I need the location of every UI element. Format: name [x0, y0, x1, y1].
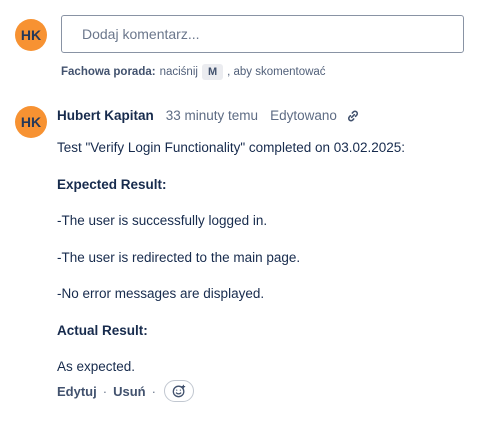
comment-author[interactable]: Hubert Kapitan — [57, 108, 154, 123]
comment-header: Hubert Kapitan 33 minuty temu Edytowano — [57, 108, 360, 123]
add-comment-placeholder: Dodaj komentarz... — [82, 26, 200, 42]
comment-line: Test "Verify Login Functionality" comple… — [57, 140, 406, 155]
add-comment-input[interactable]: Dodaj komentarz... — [61, 15, 464, 53]
comment-line: As expected. — [57, 359, 136, 374]
comment-line: -No error messages are displayed. — [57, 286, 265, 301]
pro-tip-suffix: , aby skomentować — [227, 66, 326, 78]
comment-timestamp[interactable]: 33 minuty temu — [166, 108, 258, 123]
separator: · — [102, 383, 108, 399]
pro-tip: Fachowa porada: naciśnij M , aby skoment… — [61, 64, 326, 80]
separator: · — [151, 383, 156, 399]
comment-body: Test "Verify Login Functionality" comple… — [57, 139, 467, 395]
avatar-initials: HK — [20, 27, 42, 43]
emoji-add-icon — [172, 384, 186, 398]
link-icon[interactable] — [346, 109, 360, 123]
avatar[interactable]: HK — [15, 19, 47, 51]
delete-button[interactable]: Usuń — [113, 384, 146, 399]
comment-heading-expected: Expected Result: — [57, 176, 167, 192]
pro-tip-label: Fachowa porada: — [61, 66, 156, 78]
edited-label: Edytowano — [270, 108, 337, 123]
pro-tip-press: naciśnij — [159, 66, 198, 78]
comment-actions: Edytuj · Usuń · — [57, 380, 194, 402]
comment-heading-actual: Actual Result: — [57, 322, 148, 338]
shortcut-key: M — [201, 64, 224, 80]
avatar-initials: HK — [20, 114, 42, 130]
add-reaction-button[interactable] — [163, 380, 194, 402]
comment-line: -The user is successfully logged in. — [57, 213, 268, 228]
comment-line: -The user is redirected to the main page… — [57, 249, 301, 265]
comment-avatar[interactable]: HK — [15, 106, 47, 138]
edit-button[interactable]: Edytuj — [57, 384, 97, 399]
